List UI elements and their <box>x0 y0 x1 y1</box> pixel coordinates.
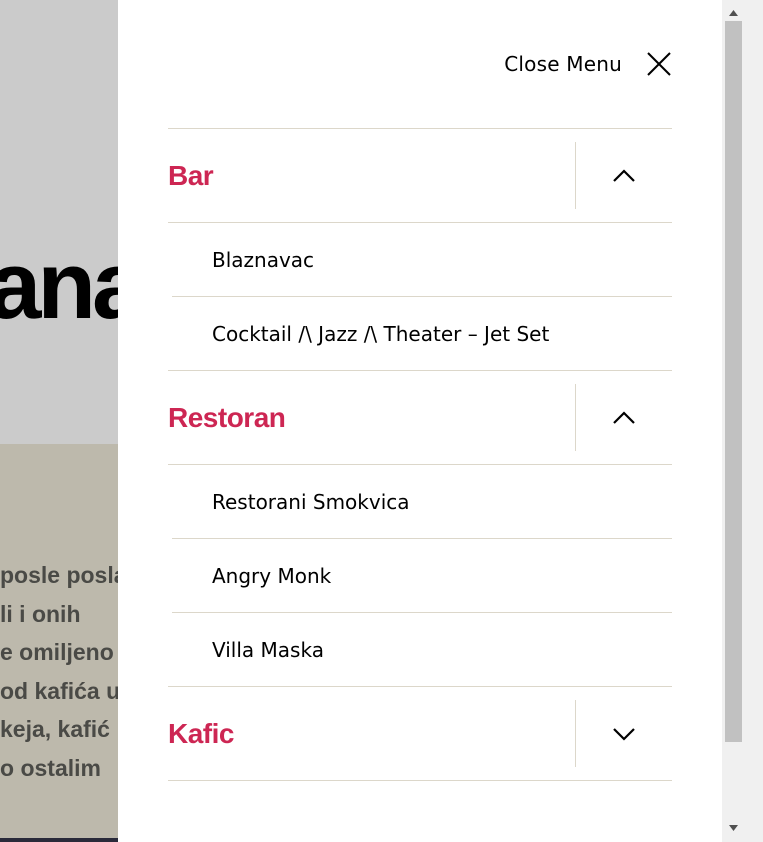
close-menu-button[interactable]: Close Menu <box>504 48 672 80</box>
scrollbar[interactable] <box>722 0 763 842</box>
scroll-down-button[interactable] <box>725 819 742 836</box>
chevron-down-icon <box>613 727 635 741</box>
toggle-wrap <box>575 129 672 222</box>
submenu-item: Angry Monk <box>172 539 672 613</box>
triangle-down-icon <box>729 824 738 831</box>
submenu-toggle-bar[interactable] <box>575 142 672 209</box>
submenu-item: Cocktail /\ Jazz /\ Theater – Jet Set <box>172 297 672 370</box>
toggle-wrap <box>575 687 672 780</box>
submenu-item: Restorani Smokvica <box>172 465 672 539</box>
intro-paragraph: posle posla li i onih e omiljeno od kafi… <box>0 556 127 787</box>
submenu-link-angry-monk[interactable]: Angry Monk <box>172 539 672 612</box>
scroll-thumb[interactable] <box>725 21 742 742</box>
submenu-item: Villa Maska <box>172 613 672 686</box>
chevron-up-icon <box>613 410 635 424</box>
menu-row: Restoran <box>168 371 672 464</box>
submenu-toggle-kafic[interactable] <box>575 700 672 767</box>
paragraph-line: od kafića u <box>0 677 121 704</box>
menu-link-bar[interactable]: Bar <box>168 129 575 222</box>
paragraph-line: keja, kafić <box>0 716 110 742</box>
submenu-item: Blaznavac <box>172 223 672 297</box>
paragraph-line: posle posla <box>0 562 127 588</box>
menu-link-kafic[interactable]: Kafic <box>168 687 575 780</box>
paragraph-line: e omiljeno <box>0 639 114 665</box>
submenu-link-villa-maska[interactable]: Villa Maska <box>172 613 672 686</box>
menu-item-restoran: Restoran Restorani Smokvica Angry Monk V… <box>168 371 672 687</box>
submenu-link-blaznavac[interactable]: Blaznavac <box>172 223 672 296</box>
menu-link-restoran[interactable]: Restoran <box>168 371 575 464</box>
submenu-bar: Blaznavac Cocktail /\ Jazz /\ Theater – … <box>168 222 672 370</box>
menu-item-bar: Bar Blaznavac Cocktail /\ Jazz /\ Theate… <box>168 129 672 371</box>
menu-modal: Close Menu Bar Blaznavac Cocktail /\ Jaz… <box>118 0 722 842</box>
triangle-up-icon <box>729 9 738 16</box>
menu-row: Kafic <box>168 687 672 780</box>
scroll-up-button[interactable] <box>725 4 742 21</box>
submenu-restoran: Restorani Smokvica Angry Monk Villa Mask… <box>168 464 672 686</box>
submenu-link-jet-set[interactable]: Cocktail /\ Jazz /\ Theater – Jet Set <box>172 297 672 370</box>
menu-item-kafic: Kafic <box>168 687 672 781</box>
close-icon <box>647 52 671 76</box>
submenu-link-smokvica[interactable]: Restorani Smokvica <box>172 465 672 538</box>
menu-row: Bar <box>168 129 672 222</box>
toggle-wrap <box>575 371 672 464</box>
paragraph-line: li i onih <box>0 600 81 627</box>
close-menu-label: Close Menu <box>504 52 622 76</box>
submenu-toggle-restoran[interactable] <box>575 384 672 451</box>
menu-list: Bar Blaznavac Cocktail /\ Jazz /\ Theate… <box>168 128 672 781</box>
paragraph-line: o ostalim <box>0 754 101 781</box>
chevron-up-icon <box>613 168 635 182</box>
